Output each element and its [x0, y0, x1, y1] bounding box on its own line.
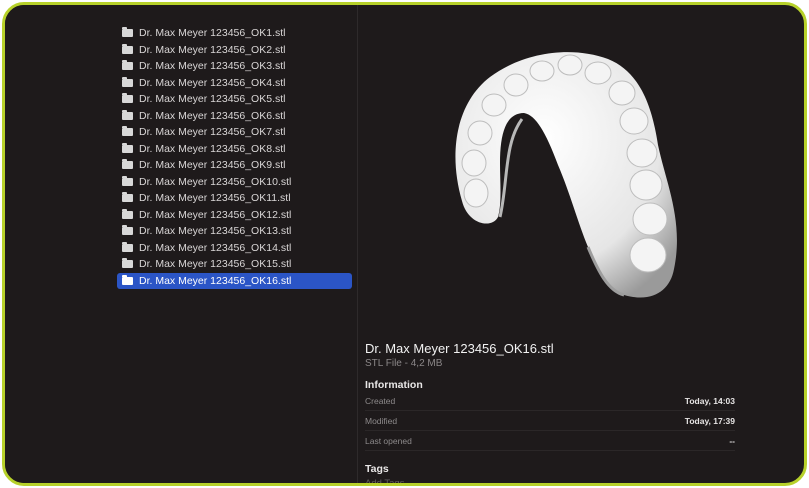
document-icon — [122, 126, 133, 137]
file-list-item[interactable]: Dr. Max Meyer 123456_OK13.stl — [117, 223, 352, 240]
file-name: Dr. Max Meyer 123456_OK16.stl — [365, 341, 554, 356]
file-list-item[interactable]: Dr. Max Meyer 123456_OK8.stl — [117, 141, 352, 158]
preview-pane: Dr. Max Meyer 123456_OK16.stl STL File -… — [358, 5, 804, 483]
file-kind-size: STL File - 4,2 MB — [365, 358, 443, 369]
file-list-item-label: Dr. Max Meyer 123456_OK10.stl — [139, 175, 292, 188]
file-list-item[interactable]: Dr. Max Meyer 123456_OK3.stl — [117, 58, 352, 75]
file-list-item[interactable]: Dr. Max Meyer 123456_OK10.stl — [117, 174, 352, 191]
finder-window: Dr. Max Meyer 123456_OK1.stl Dr. Max Meye… — [2, 2, 807, 486]
document-icon — [122, 175, 133, 186]
file-list-item[interactable]: Dr. Max Meyer 123456_OK12.stl — [117, 207, 352, 224]
created-label: Created — [365, 396, 396, 406]
file-info-panel: Dr. Max Meyer 123456_OK16.stl STL File -… — [365, 341, 735, 483]
file-list: Dr. Max Meyer 123456_OK1.stl Dr. Max Meye… — [117, 25, 352, 289]
document-icon — [122, 241, 133, 252]
file-list-item-label: Dr. Max Meyer 123456_OK12.stl — [139, 208, 292, 221]
document-icon — [122, 258, 133, 269]
document-icon — [122, 225, 133, 236]
file-list-item[interactable]: Dr. Max Meyer 123456_OK11.stl — [117, 190, 352, 207]
last-opened-row: Last opened -- — [365, 432, 735, 451]
file-list-item-label: Dr. Max Meyer 123456_OK14.stl — [139, 241, 292, 254]
file-list-item[interactable]: Dr. Max Meyer 123456_OK1.stl — [117, 25, 352, 42]
file-list-item[interactable]: Dr. Max Meyer 123456_OK5.stl — [117, 91, 352, 108]
file-list-item-label: Dr. Max Meyer 123456_OK15.stl — [139, 258, 292, 271]
file-list-item-label: Dr. Max Meyer 123456_OK16.stl — [139, 274, 292, 287]
document-icon — [122, 192, 133, 203]
document-icon — [122, 109, 133, 120]
file-list-item-label: Dr. Max Meyer 123456_OK2.stl — [139, 43, 286, 56]
file-list-item-label: Dr. Max Meyer 123456_OK4.stl — [139, 76, 286, 89]
file-list-item[interactable]: Dr. Max Meyer 123456_OK14.stl — [117, 240, 352, 257]
file-list-item-label: Dr. Max Meyer 123456_OK5.stl — [139, 93, 286, 106]
document-icon — [122, 159, 133, 170]
file-list-item[interactable]: Dr. Max Meyer 123456_OK4.stl — [117, 75, 352, 92]
file-list-item[interactable]: Dr. Max Meyer 123456_OK15.stl — [117, 256, 352, 273]
document-icon — [122, 208, 133, 219]
file-list-item[interactable]: Dr. Max Meyer 123456_OK9.stl — [117, 157, 352, 174]
add-tags-input[interactable]: Add Tags... — [365, 478, 735, 483]
document-icon — [122, 142, 133, 153]
document-icon — [122, 76, 133, 87]
file-list-pane[interactable]: Dr. Max Meyer 123456_OK1.stl Dr. Max Meye… — [5, 5, 357, 483]
created-value: Today, 14:03 — [684, 396, 735, 406]
document-icon — [122, 274, 133, 285]
file-list-item[interactable]: Dr. Max Meyer 123456_OK2.stl — [117, 42, 352, 59]
modified-label: Modified — [365, 416, 398, 426]
document-icon — [122, 43, 133, 54]
document-icon — [122, 93, 133, 104]
file-list-item[interactable]: Dr. Max Meyer 123456_OK16.stl — [117, 272, 352, 289]
last-opened-label: Last opened — [365, 436, 412, 446]
document-icon — [122, 27, 133, 38]
file-list-item-label: Dr. Max Meyer 123456_OK13.stl — [139, 225, 292, 238]
modified-value: Today, 17:39 — [684, 416, 735, 426]
modified-row: Modified Today, 17:39 — [365, 412, 735, 431]
information-heading: Information — [365, 379, 423, 391]
last-opened-value: -- — [729, 436, 735, 446]
file-list-item-label: Dr. Max Meyer 123456_OK1.stl — [139, 27, 286, 40]
document-icon — [122, 60, 133, 71]
file-list-item-label: Dr. Max Meyer 123456_OK6.stl — [139, 109, 286, 122]
file-list-item-label: Dr. Max Meyer 123456_OK11.stl — [139, 192, 291, 205]
created-row: Created Today, 14:03 — [365, 392, 735, 411]
dental-arch-model-icon — [455, 52, 677, 298]
file-list-item-label: Dr. Max Meyer 123456_OK3.stl — [139, 60, 286, 73]
file-list-item[interactable]: Dr. Max Meyer 123456_OK6.stl — [117, 108, 352, 125]
file-list-item-label: Dr. Max Meyer 123456_OK7.stl — [139, 126, 286, 139]
file-list-item-label: Dr. Max Meyer 123456_OK9.stl — [139, 159, 286, 172]
file-list-item[interactable]: Dr. Max Meyer 123456_OK7.stl — [117, 124, 352, 141]
file-list-item-label: Dr. Max Meyer 123456_OK8.stl — [139, 142, 286, 155]
tags-heading: Tags — [365, 463, 389, 475]
